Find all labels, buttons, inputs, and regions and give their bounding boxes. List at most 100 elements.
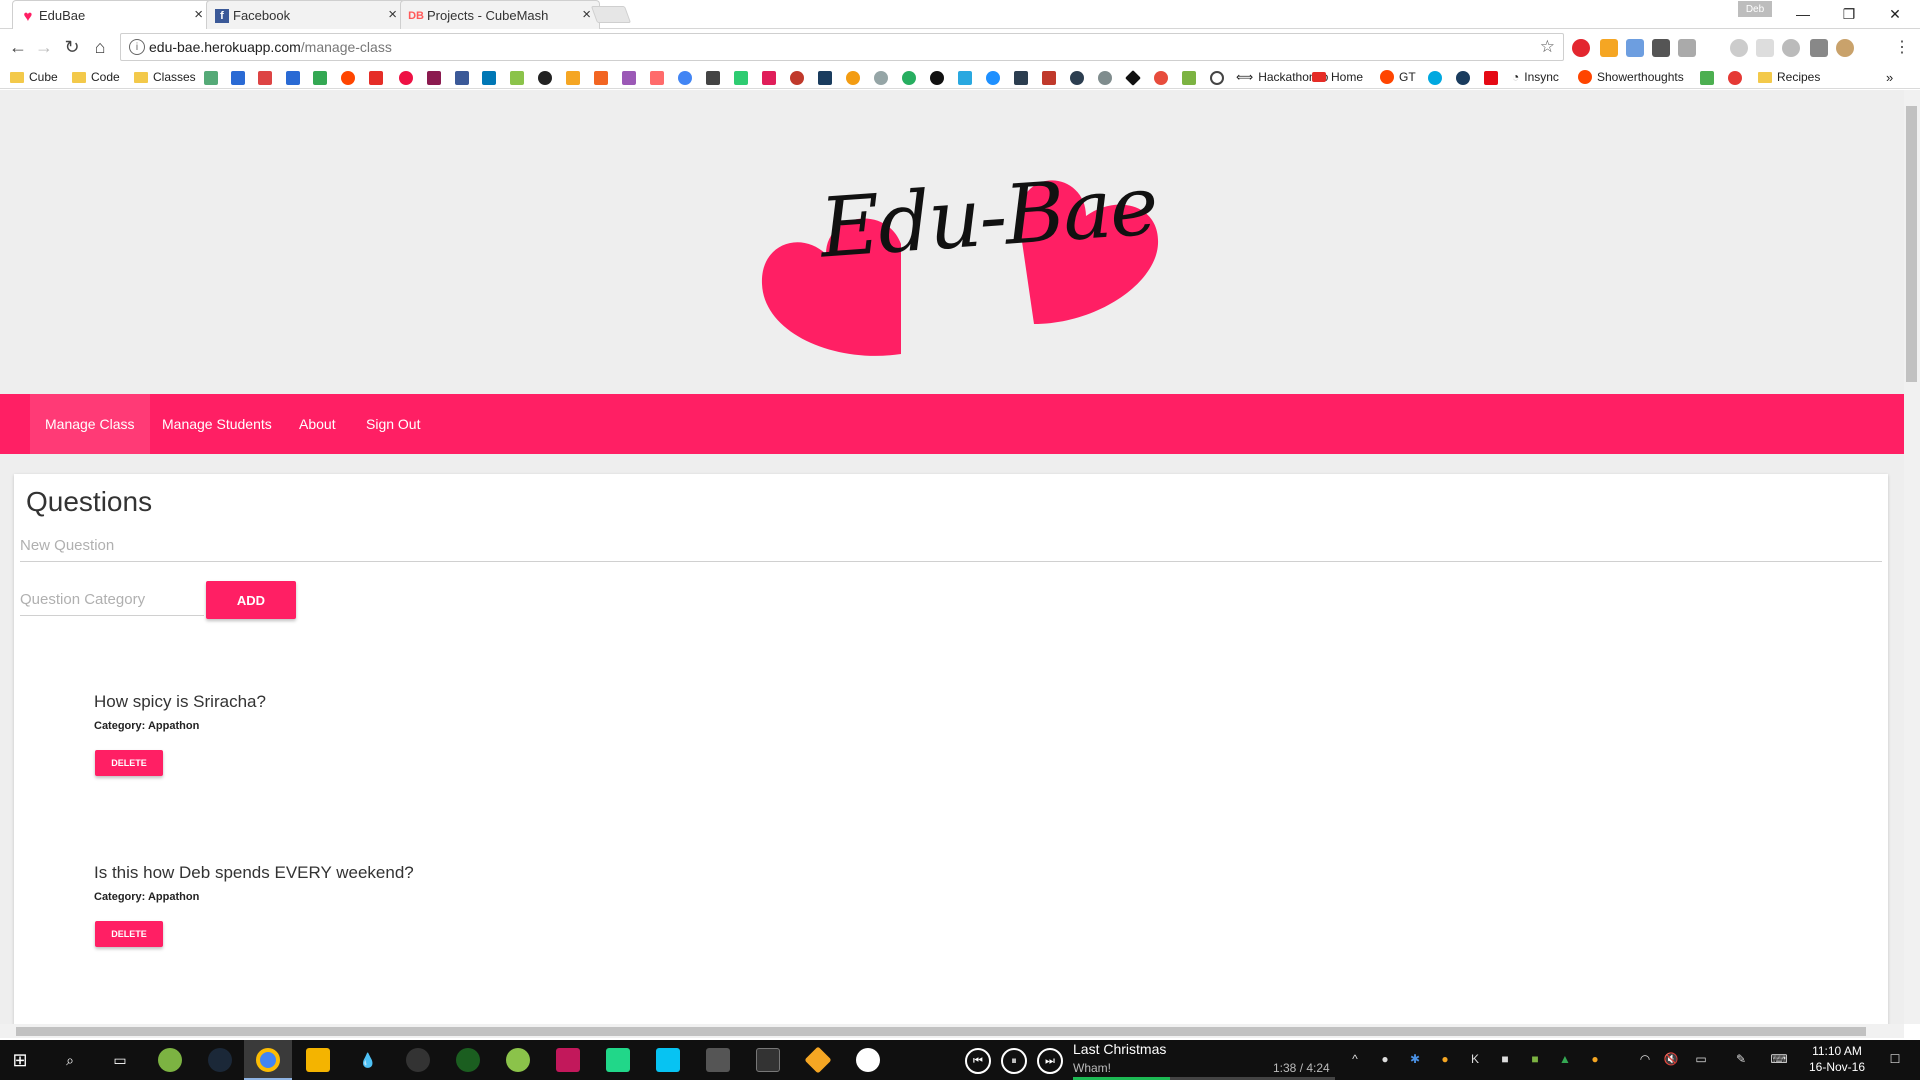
- task-view-icon[interactable]: ▭: [108, 1048, 132, 1072]
- bookmark-icon[interactable]: [846, 71, 860, 85]
- nav-about[interactable]: About: [284, 394, 351, 454]
- profile-avatar-icon[interactable]: [1836, 39, 1854, 57]
- bookmark-star-icon[interactable]: ☆: [1540, 37, 1555, 57]
- back-icon[interactable]: ←: [6, 35, 30, 59]
- drive-icon[interactable]: ▲: [1558, 1052, 1572, 1066]
- keep-icon[interactable]: [306, 1048, 330, 1072]
- github-icon[interactable]: [538, 71, 552, 85]
- bookmark-icon[interactable]: [594, 71, 608, 85]
- slack-icon[interactable]: [762, 71, 776, 85]
- bookmark-icon[interactable]: [1728, 71, 1742, 85]
- chrome-icon[interactable]: [256, 1048, 280, 1072]
- bookmark-icon[interactable]: [1014, 71, 1028, 85]
- bookmark-icon[interactable]: [1182, 71, 1196, 85]
- tray-overflow-icon[interactable]: ^: [1348, 1052, 1362, 1066]
- bookmark-folder[interactable]: Code: [72, 69, 120, 85]
- app-tray-icon[interactable]: ■: [1498, 1052, 1512, 1066]
- bookmark-showerthoughts[interactable]: Showerthoughts: [1578, 69, 1684, 85]
- bookmark-icon[interactable]: [930, 71, 944, 85]
- cloud-icon[interactable]: [874, 71, 888, 85]
- tab-facebook[interactable]: f Facebook ×: [206, 0, 406, 29]
- mail-icon[interactable]: [231, 71, 245, 85]
- webstorm-icon[interactable]: [656, 1048, 680, 1072]
- tomato-icon[interactable]: [1154, 71, 1168, 85]
- bookmark-home[interactable]: Home: [1312, 69, 1363, 85]
- speedometer-icon[interactable]: [1210, 71, 1224, 85]
- bookmark-icon[interactable]: [1070, 71, 1084, 85]
- delete-question-button[interactable]: DELETE: [95, 750, 163, 776]
- bookmark-icon[interactable]: [958, 71, 972, 85]
- bookmark-icon[interactable]: [622, 71, 636, 85]
- next-track-icon[interactable]: ⏭: [1037, 1048, 1063, 1074]
- bluetooth-icon[interactable]: ✱: [1408, 1052, 1422, 1066]
- reddit-icon[interactable]: [341, 71, 355, 85]
- att-icon[interactable]: [1428, 71, 1442, 85]
- opera-extension-icon[interactable]: [1572, 39, 1590, 57]
- clover-app-icon[interactable]: [158, 1048, 182, 1072]
- app-icon[interactable]: [706, 1048, 730, 1072]
- bookmark-icon[interactable]: [734, 71, 748, 85]
- bookmark-icon[interactable]: [818, 71, 832, 85]
- restore-icon[interactable]: ❐: [1826, 2, 1872, 26]
- tab-cubemash[interactable]: DB Projects - CubeMash ×: [400, 0, 600, 29]
- pause-icon[interactable]: ⏸: [1001, 1048, 1027, 1074]
- nvidia-icon[interactable]: ■: [1528, 1052, 1542, 1066]
- app-tray-icon[interactable]: ●: [1438, 1052, 1452, 1066]
- bookmark-icon[interactable]: [204, 71, 218, 85]
- info-icon[interactable]: i: [129, 39, 145, 55]
- nav-manage-class[interactable]: Manage Class: [30, 394, 150, 454]
- intellij-icon[interactable]: [556, 1048, 580, 1072]
- extension-icon[interactable]: [1678, 39, 1696, 57]
- extension-icon[interactable]: [1810, 39, 1828, 57]
- add-question-button[interactable]: ADD: [206, 581, 296, 619]
- wifi-icon[interactable]: ◠: [1638, 1052, 1652, 1066]
- delete-question-button[interactable]: DELETE: [95, 921, 163, 947]
- db-icon[interactable]: [650, 71, 664, 85]
- battery-icon[interactable]: ▭: [1694, 1052, 1708, 1066]
- rss-extension-icon[interactable]: [1600, 39, 1618, 57]
- close-icon[interactable]: ×: [194, 6, 203, 23]
- firebase-icon[interactable]: [566, 71, 580, 85]
- action-center-icon[interactable]: ☐: [1888, 1052, 1902, 1066]
- forward-icon[interactable]: →: [32, 35, 56, 59]
- netflix-icon[interactable]: [1484, 71, 1498, 85]
- bookmarks-overflow-icon[interactable]: »: [1886, 69, 1893, 85]
- evernote-icon[interactable]: [902, 71, 916, 85]
- search-icon[interactable]: ⌕: [58, 1048, 82, 1072]
- close-icon[interactable]: ×: [388, 6, 397, 23]
- question-category-input[interactable]: [20, 584, 204, 616]
- menu-icon[interactable]: ⋮: [1890, 35, 1914, 59]
- bookmark-icon[interactable]: [1125, 70, 1141, 86]
- extension-icon[interactable]: [1652, 39, 1670, 57]
- tab-edubae[interactable]: ♥ EduBae ×: [12, 0, 212, 29]
- system-clock[interactable]: 11:10 AM 16-Nov-16: [1800, 1043, 1874, 1075]
- extension-icon[interactable]: [1756, 39, 1774, 57]
- hackerrank-icon[interactable]: [427, 71, 441, 85]
- app-tray-icon[interactable]: ●: [1588, 1052, 1602, 1066]
- steam-icon[interactable]: [208, 1048, 232, 1072]
- bookmark-icon[interactable]: [1700, 71, 1714, 85]
- previous-track-icon[interactable]: ⏮: [965, 1048, 991, 1074]
- mute-icon[interactable]: 🔇: [1664, 1052, 1679, 1066]
- bookmark-icon[interactable]: [399, 71, 413, 85]
- gmail-icon[interactable]: [258, 71, 272, 85]
- git-icon[interactable]: [804, 1046, 832, 1074]
- bookmark-icon[interactable]: [1042, 71, 1056, 85]
- nav-sign-out[interactable]: Sign Out: [351, 394, 435, 454]
- terminal-icon[interactable]: [756, 1048, 780, 1072]
- android-icon[interactable]: [510, 71, 524, 85]
- app-tray-icon[interactable]: K: [1468, 1052, 1482, 1066]
- bookmark-icon[interactable]: [1456, 71, 1470, 85]
- vertical-scrollbar-thumb[interactable]: [1906, 106, 1917, 382]
- app-icon[interactable]: [456, 1048, 480, 1072]
- time-icon[interactable]: [706, 71, 720, 85]
- address-bar[interactable]: i edu-bae.herokuapp.com/manage-class ☆: [120, 33, 1564, 61]
- window-close-icon[interactable]: ✕: [1872, 2, 1918, 26]
- new-question-input[interactable]: [20, 530, 1882, 562]
- bookmark-folder[interactable]: Cube: [10, 69, 58, 85]
- linkedin-icon[interactable]: [482, 71, 496, 85]
- bookmark-folder[interactable]: Recipes: [1758, 69, 1820, 85]
- youtube-icon[interactable]: [369, 71, 383, 85]
- pycharm-icon[interactable]: [606, 1048, 630, 1072]
- calendar-icon[interactable]: [286, 71, 300, 85]
